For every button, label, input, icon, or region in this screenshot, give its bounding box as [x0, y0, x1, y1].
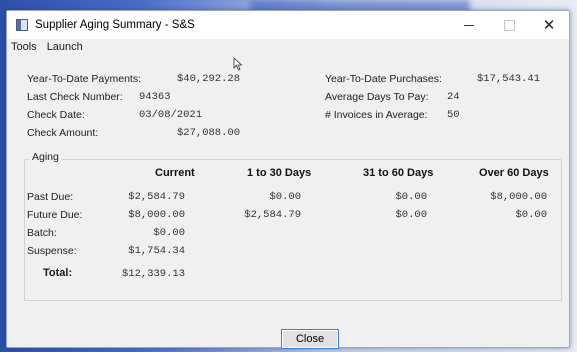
- total-label: Total:: [43, 267, 73, 279]
- menu-launch[interactable]: Launch: [47, 41, 83, 53]
- cell-future-due-current: $8,000.00: [128, 209, 185, 221]
- row-label-future-due: Future Due:: [27, 209, 83, 221]
- ytd-payments-label: Year-To-Date Payments:: [27, 73, 141, 85]
- row-label-batch: Batch:: [27, 227, 57, 239]
- app-icon: [16, 19, 28, 31]
- cell-future-due-31-60: $0.00: [395, 209, 427, 221]
- window-controls: ✕: [449, 11, 569, 39]
- check-date-label: Check Date:: [27, 109, 85, 121]
- cell-suspense-current: $1,754.34: [128, 245, 185, 257]
- invoices-in-average-label: # Invoices in Average:: [325, 109, 428, 121]
- cell-future-due-over-60: $0.00: [515, 209, 547, 221]
- total-value: $12,339.13: [121, 268, 185, 280]
- ytd-purchases-label: Year-To-Date Purchases:: [325, 73, 442, 85]
- row-label-past-due: Past Due:: [27, 191, 74, 203]
- col-header-31-60: 31 to 60 Days: [363, 167, 434, 179]
- cell-past-due-over-60: $8,000.00: [490, 191, 547, 203]
- cell-future-due-1-30: $2,584.79: [244, 209, 301, 221]
- ytd-payments-value: $40,292.28: [177, 73, 241, 85]
- invoices-in-average-value: 50: [447, 109, 460, 121]
- check-amount-value: $27,088.00: [177, 127, 241, 139]
- check-date-value: 03/08/2021: [139, 109, 203, 121]
- cell-past-due-current: $2,584.79: [128, 191, 185, 203]
- close-button[interactable]: Close: [281, 329, 339, 349]
- ytd-purchases-value: $17,543.41: [477, 73, 541, 85]
- mouse-cursor-icon: [233, 57, 243, 71]
- check-amount-label: Check Amount:: [27, 127, 99, 139]
- close-window-button[interactable]: ✕: [529, 11, 569, 39]
- col-header-current: Current: [155, 167, 195, 179]
- minimize-button[interactable]: [449, 11, 489, 39]
- last-check-number-label: Last Check Number:: [27, 91, 123, 103]
- aging-legend: Aging: [29, 151, 62, 163]
- cell-past-due-1-30: $0.00: [269, 191, 301, 203]
- cell-batch-current: $0.00: [153, 227, 185, 239]
- col-header-1-30: 1 to 30 Days: [247, 167, 312, 179]
- window-title: Supplier Aging Summary - S&S: [35, 19, 195, 31]
- row-label-suspense: Suspense:: [27, 245, 77, 257]
- menu-bar: Tools Launch: [7, 39, 569, 55]
- col-header-over-60: Over 60 Days: [479, 167, 549, 179]
- cell-past-due-31-60: $0.00: [395, 191, 427, 203]
- avg-days-value: 24: [447, 91, 460, 103]
- title-bar: Supplier Aging Summary - S&S ✕: [7, 11, 569, 39]
- maximize-button[interactable]: [489, 11, 529, 39]
- supplier-aging-window: Supplier Aging Summary - S&S ✕ Tools Lau…: [6, 10, 570, 349]
- last-check-number-value: 94363: [139, 91, 171, 103]
- menu-tools[interactable]: Tools: [11, 41, 37, 53]
- avg-days-label: Average Days To Pay:: [325, 91, 429, 103]
